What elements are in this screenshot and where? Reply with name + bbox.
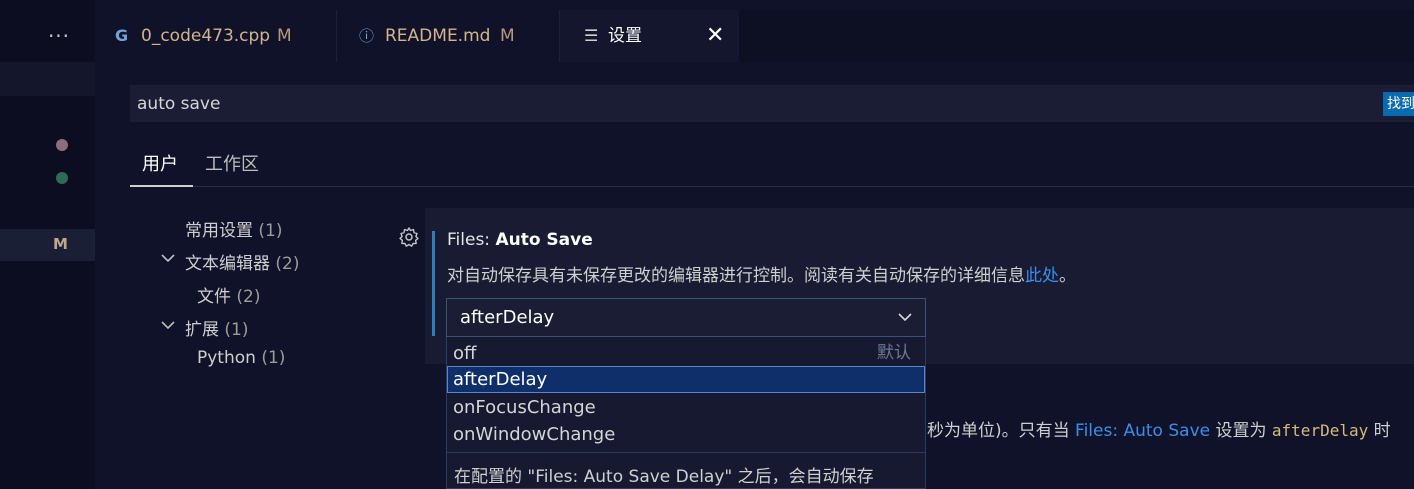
info-icon: ⓘ (359, 27, 375, 45)
ellipsis-icon[interactable]: ··· (44, 22, 74, 50)
gear-icon[interactable] (398, 226, 420, 248)
setting-name: Auto Save (495, 230, 593, 250)
toc-count: (1) (261, 348, 286, 368)
scope-divider (130, 186, 1414, 187)
details-link[interactable]: 此处 (1025, 266, 1059, 286)
toc-item-python[interactable]: Python (1) (197, 348, 285, 368)
toc-label: 文件 (197, 287, 231, 307)
setting-category: Files: (447, 230, 496, 250)
chevron-down-icon[interactable] (160, 317, 176, 335)
setting-title: Files: Auto Save (447, 230, 593, 250)
modified-badge: M (53, 235, 68, 253)
toc-label: 扩展 (185, 320, 219, 340)
description-text: 设置为 (1210, 421, 1272, 441)
toc-count: (1) (258, 221, 283, 241)
tab-user[interactable]: 用户 (142, 150, 178, 176)
found-results-badge: 找到 (1383, 92, 1414, 116)
chevron-down-icon[interactable] (160, 250, 176, 268)
option-on-focus-change[interactable]: onFocusChange (447, 394, 925, 421)
auto-save-delay-description: 秒为单位)。只有当 Files: Auto Save 设置为 afterDela… (927, 416, 1391, 441)
option-on-window-change[interactable]: onWindowChange (447, 421, 925, 448)
description-text: 时 (1368, 421, 1391, 441)
option-description: 在配置的 "Files: Auto Save Delay" 之后，会自动保存 (454, 467, 874, 487)
toc-count: (2) (236, 287, 261, 307)
description-end: 。 (1059, 266, 1076, 286)
status-dot-icon (56, 139, 68, 151)
tab-settings[interactable]: ☰ 设置 ✕ (560, 10, 739, 62)
toc-label: Python (197, 348, 256, 368)
modified-setting-bar (432, 231, 435, 336)
status-dot-icon (56, 172, 68, 184)
tab-code473-cpp[interactable]: G 0_code473.cpp M (95, 10, 337, 62)
code-value: afterDelay (1271, 421, 1369, 440)
select-dropdown-list: off 默认 afterDelay onFocusChange onWindow… (446, 337, 926, 489)
option-after-delay[interactable]: afterDelay (447, 366, 925, 393)
active-tab-underline (130, 185, 193, 187)
toc-item-common[interactable]: 常用设置 (1) (185, 216, 283, 241)
toc-count: (1) (224, 320, 249, 340)
setting-description: 对自动保存具有未保存更改的编辑器进行控制。阅读有关自动保存的详细信息此处。 (447, 261, 1076, 286)
toc-label: 文本编辑器 (185, 254, 270, 274)
modified-indicator: M (500, 26, 515, 46)
toc-count: (2) (275, 254, 300, 274)
option-label: afterDelay (453, 369, 548, 390)
option-divider (447, 452, 925, 453)
settings-search-input[interactable] (130, 85, 1414, 122)
settings-file-icon: ☰ (584, 26, 599, 45)
select-value: afterDelay (460, 307, 555, 328)
tab-workspace[interactable]: 工作区 (205, 150, 259, 176)
toc-item-text-editor[interactable]: 文本编辑器 (2) (185, 249, 300, 274)
cpp-icon: G (115, 26, 129, 45)
chevron-down-icon (896, 308, 914, 330)
left-panel-header (0, 62, 95, 96)
tab-readme-md[interactable]: ⓘ README.md M (337, 10, 560, 62)
option-off[interactable]: off 默认 (447, 340, 925, 367)
tab-label: README.md (385, 26, 491, 46)
toc-label: 常用设置 (185, 221, 253, 241)
default-tag: 默认 (877, 343, 911, 363)
tab-label: 设置 (608, 26, 642, 46)
auto-save-select[interactable]: afterDelay (446, 298, 926, 337)
setting-link[interactable]: Files: Auto Save (1075, 421, 1210, 441)
modified-file-row[interactable]: M (0, 229, 95, 261)
modified-indicator: M (277, 26, 292, 46)
option-label: off (453, 343, 477, 364)
option-label: onWindowChange (453, 424, 616, 445)
toc-item-extensions[interactable]: 扩展 (1) (185, 315, 249, 340)
description-text: 对自动保存具有未保存更改的编辑器进行控制。阅读有关自动保存的详细信息 (447, 266, 1025, 286)
description-text: 秒为单位)。只有当 (927, 421, 1076, 441)
toc-item-files[interactable]: 文件 (2) (197, 282, 261, 307)
tab-label: 0_code473.cpp (141, 26, 271, 46)
close-icon[interactable]: ✕ (706, 10, 724, 62)
option-label: onFocusChange (453, 397, 596, 418)
